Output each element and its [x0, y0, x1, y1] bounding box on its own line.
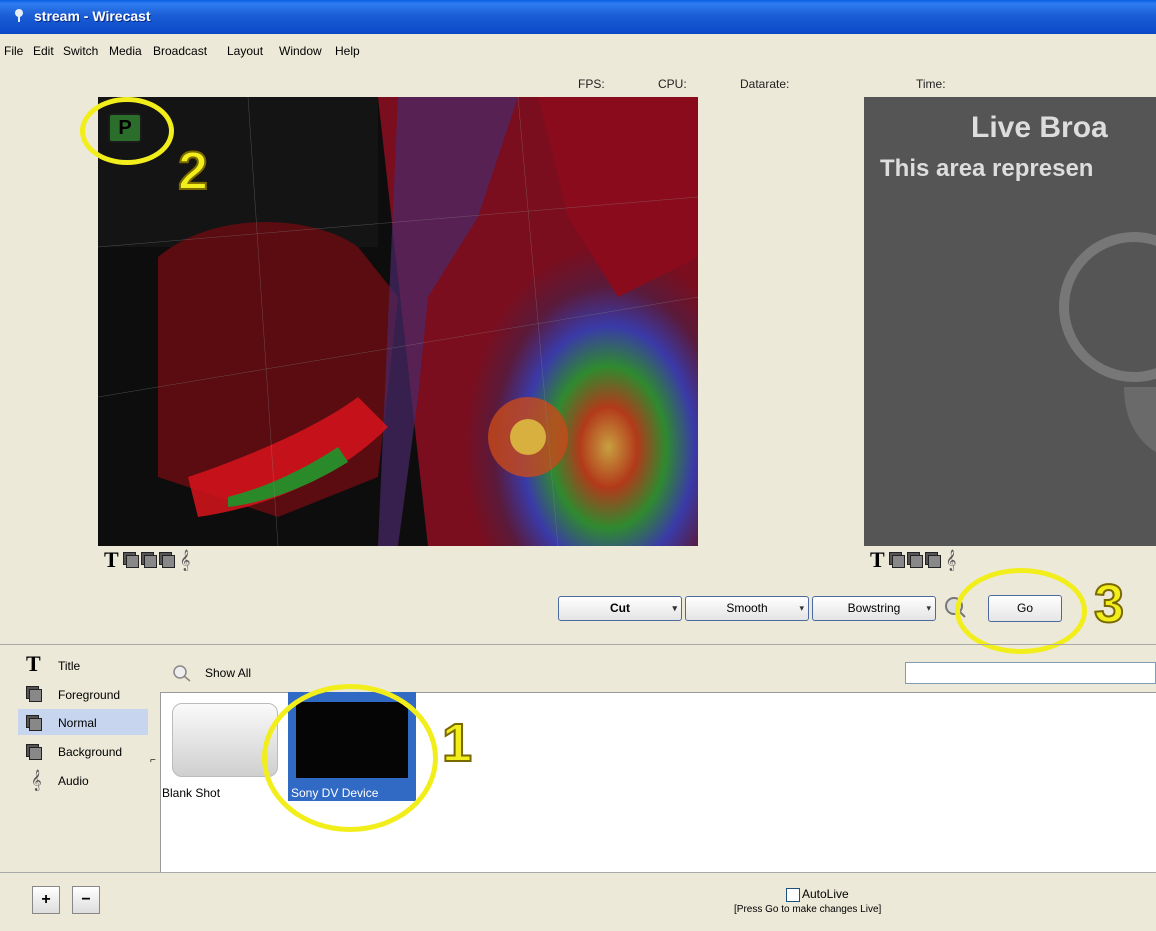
audio-layer-icon: 𝄞 — [31, 770, 42, 790]
audio-layer-icon[interactable]: 𝄞 — [946, 550, 957, 571]
title-layer-icon[interactable]: T — [870, 547, 885, 573]
bottom-bar — [0, 872, 1156, 931]
cut-label: Cut — [610, 601, 630, 615]
annotation-circle-2 — [80, 97, 174, 165]
panel-divider — [0, 644, 1156, 645]
bowstring-transition-select[interactable]: Bowstring ▾ — [812, 596, 936, 621]
background-layer-icon[interactable] — [158, 552, 175, 568]
preview-layer-bar: T 𝄞 — [104, 547, 191, 573]
menu-switch[interactable]: Switch — [63, 44, 98, 58]
dish-graphic — [1059, 232, 1156, 453]
live-title: Live Broa — [971, 111, 1108, 144]
autolive-label: AutoLive — [802, 887, 849, 901]
time-label: Time: — [916, 77, 946, 91]
fps-label: FPS: — [578, 77, 605, 91]
shot-search-input[interactable] — [905, 662, 1156, 684]
show-all-label[interactable]: Show All — [205, 666, 251, 680]
title-layer-icon: T — [26, 651, 41, 676]
menu-file[interactable]: File — [4, 44, 23, 58]
annotation-number-3: 3 — [1093, 573, 1125, 635]
autolive-hint: [Press Go to make changes Live] — [734, 904, 882, 915]
menu-window[interactable]: Window — [279, 44, 322, 58]
smooth-transition-select[interactable]: Smooth ▾ — [685, 596, 809, 621]
foreground-layer-icon[interactable] — [122, 552, 139, 568]
autolive-checkbox[interactable] — [786, 888, 800, 902]
normal-layer-icon — [26, 715, 42, 731]
sidebar-item-audio[interactable]: Audio — [58, 770, 89, 792]
menu-edit[interactable]: Edit — [33, 44, 54, 58]
menu-help[interactable]: Help — [335, 44, 360, 58]
sidebar-item-background[interactable]: Background — [58, 741, 122, 763]
show-all-icon[interactable] — [172, 664, 192, 682]
normal-layer-icon[interactable] — [906, 552, 923, 568]
window-titlebar: stream - Wirecast — [0, 0, 1156, 34]
window-title: stream - Wirecast — [34, 8, 151, 24]
sidebar-item-title[interactable]: Title — [58, 655, 80, 677]
live-layer-bar: T 𝄞 — [870, 547, 957, 573]
live-video[interactable]: Live Broa This area represen — [864, 97, 1156, 546]
foreground-layer-icon — [26, 686, 42, 702]
annotation-circle-1 — [262, 684, 438, 832]
live-subtitle: This area represen — [880, 155, 1094, 182]
foreground-layer-icon[interactable] — [888, 552, 905, 568]
cut-transition-select[interactable]: Cut ▾ — [558, 596, 682, 621]
sidebar-item-normal[interactable]: Normal — [58, 712, 97, 734]
normal-layer-icon[interactable] — [140, 552, 157, 568]
menu-media[interactable]: Media — [109, 44, 142, 58]
smooth-label: Smooth — [726, 601, 768, 615]
menu-bar: File Edit Switch Media Broadcast Layout … — [0, 40, 1156, 62]
menu-broadcast[interactable]: Broadcast — [153, 44, 207, 58]
dropdown-arrow-icon: ▾ — [799, 603, 804, 613]
menu-layout[interactable]: Layout — [227, 44, 263, 58]
dropdown-arrow-icon: ▾ — [926, 603, 931, 613]
sidebar-item-foreground[interactable]: Foreground — [58, 684, 120, 706]
background-layer-icon[interactable] — [924, 552, 941, 568]
collapse-arrow-icon[interactable]: ⌐ — [150, 755, 156, 766]
annotation-number-2: 2 — [177, 140, 209, 202]
blank-shot-label[interactable]: Blank Shot — [162, 786, 220, 800]
datarate-label: Datarate: — [740, 77, 790, 91]
audio-layer-icon[interactable]: 𝄞 — [180, 550, 191, 571]
add-shot-button[interactable]: + — [32, 886, 60, 914]
annotation-circle-3 — [955, 568, 1087, 654]
annotation-number-1: 1 — [441, 712, 473, 774]
dropdown-arrow-icon: ▾ — [672, 603, 677, 613]
app-icon — [15, 9, 23, 22]
remove-shot-button[interactable]: − — [72, 886, 100, 914]
title-layer-icon[interactable]: T — [104, 547, 119, 573]
bowstring-label: Bowstring — [847, 601, 901, 615]
background-layer-icon — [26, 744, 42, 760]
cpu-label: CPU: — [658, 77, 687, 91]
